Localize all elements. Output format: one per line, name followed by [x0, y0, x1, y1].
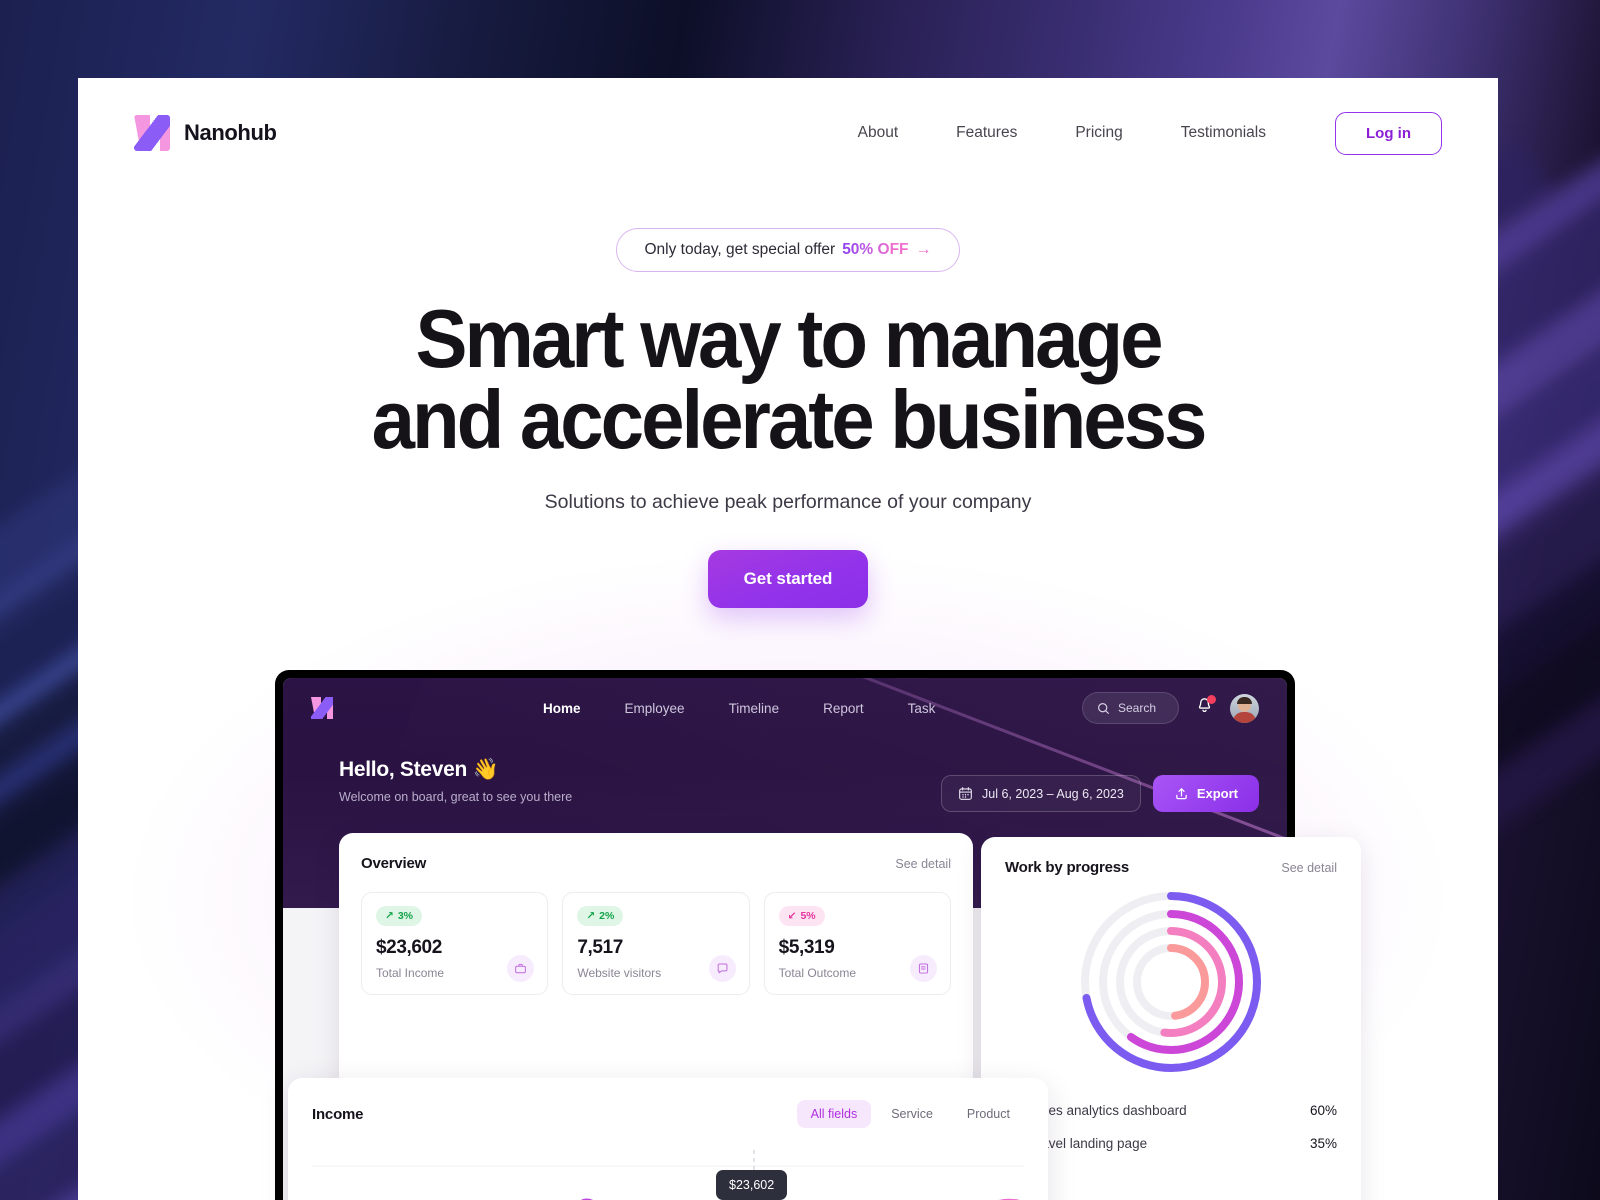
tab-product[interactable]: Product — [953, 1100, 1024, 1128]
search-icon — [1097, 702, 1109, 714]
status-badge: ↗ 2% — [577, 906, 624, 926]
dashboard-tab-timeline[interactable]: Timeline — [707, 701, 802, 716]
calendar-icon — [959, 787, 972, 800]
document-icon — [909, 955, 937, 982]
trend-down-icon: ↙ — [787, 910, 797, 922]
dashboard-tab-task[interactable]: Task — [886, 701, 958, 716]
notifications-button[interactable] — [1195, 695, 1216, 720]
trend-up-icon: ↗ — [385, 910, 394, 922]
dashboard-header-actions: Search — [1081, 692, 1259, 724]
greeting-subtitle: Welcome on board, great to see you there — [339, 790, 573, 804]
chart-gridlines — [312, 1165, 1024, 1167]
dashboard-controls: Jul 6, 2023 – Aug 6, 2023 Export — [941, 775, 1259, 812]
nav-item-pricing[interactable]: Pricing — [1046, 124, 1151, 142]
income-chart-svg — [312, 1150, 1024, 1200]
dashboard-mockup: Home Employee Timeline Report Task Searc… — [275, 670, 1361, 1200]
stat-value: 7,517 — [577, 937, 623, 958]
offer-badge-accent: 50% OFF — [842, 241, 909, 258]
nav-item-features[interactable]: Features — [927, 124, 1046, 142]
stat-value: $23,602 — [376, 937, 442, 958]
arrow-right-icon: → — [915, 241, 932, 258]
hero-subtitle: Solutions to achieve peak performance of… — [544, 490, 1032, 513]
dashboard-greeting: Hello, Steven 👋 Welcome on board, great … — [339, 758, 572, 804]
stat-badge-value: 2% — [599, 910, 615, 922]
tab-service[interactable]: Service — [877, 1100, 947, 1128]
progress-title: Work by progress — [1005, 859, 1130, 876]
progress-donut-chart — [1005, 884, 1337, 1080]
trend-up-icon: ↗ — [586, 910, 596, 922]
stat-value: $5,319 — [778, 937, 835, 958]
nanohub-logo-icon — [134, 115, 170, 151]
overview-title: Overview — [361, 855, 427, 872]
legend-percent: 35% — [1309, 1136, 1337, 1151]
dashboard-menu: Home Employee Timeline Report Task — [521, 701, 957, 716]
hero-title-line-1: Smart way to manage — [415, 292, 1163, 385]
offer-badge[interactable]: Only today, get special offer 50% OFF → — [616, 228, 960, 272]
income-tabs: All fields Service Product — [796, 1100, 1024, 1128]
dashboard-logo-icon — [311, 697, 333, 719]
export-label: Export — [1196, 786, 1238, 801]
stat-card-website-visitors[interactable]: ↗ 2% 7,517 Website visitors — [562, 892, 750, 995]
get-started-button[interactable]: Get started — [707, 549, 869, 608]
progress-see-detail-link[interactable]: See detail — [1281, 861, 1337, 875]
stat-card-total-outcome[interactable]: ↙ 5% $5,319 Total Outcome — [763, 892, 951, 995]
search-placeholder: Search — [1117, 701, 1156, 715]
notification-badge — [1207, 695, 1216, 704]
overview-see-detail-link[interactable]: See detail — [895, 857, 951, 871]
hero-section: Only today, get special offer 50% OFF → … — [78, 228, 1498, 608]
main-nav: About Features Pricing Testimonials Log … — [829, 111, 1442, 155]
avatar[interactable] — [1230, 693, 1259, 723]
stat-badge-value: 3% — [397, 910, 413, 922]
offer-badge-text: Only today, get special offer — [644, 241, 836, 258]
income-title: Income — [312, 1105, 364, 1123]
income-area-chart: $23,602 — [312, 1150, 1024, 1200]
tab-all-fields[interactable]: All fields — [796, 1100, 872, 1128]
nav-item-testimonials[interactable]: Testimonials — [1152, 124, 1295, 142]
brand-logo[interactable]: Nanohub — [134, 115, 277, 151]
status-badge: ↙ 5% — [778, 906, 825, 926]
hero-title-line-2: and accelerate business — [371, 373, 1208, 467]
greeting-title: Hello, Steven 👋 — [339, 758, 499, 781]
list-item: Travel landing page 35% — [1005, 1127, 1337, 1160]
dashboard-tab-employee[interactable]: Employee — [603, 701, 707, 716]
status-badge: ↗ 3% — [376, 906, 422, 926]
income-card: Income All fields Service Product $23,60… — [288, 1078, 1048, 1200]
page-title: Smart way to manage and accelerate busin… — [121, 292, 1456, 467]
export-button[interactable]: Export — [1152, 775, 1259, 812]
stat-badge-value: 5% — [800, 910, 816, 922]
income-card-header: Income All fields Service Product — [312, 1100, 1024, 1128]
page-card: Nanohub About Features Pricing Testimoni… — [78, 78, 1498, 1200]
overview-card-header: Overview See detail — [361, 855, 951, 872]
search-input[interactable]: Search — [1081, 692, 1179, 724]
legend-label: Sales analytics dashboard — [1029, 1103, 1187, 1118]
nav-item-about[interactable]: About — [829, 124, 928, 142]
chart-tooltip: $23,602 — [716, 1170, 788, 1200]
stat-cards-row: ↗ 3% $23,602 Total Income ↗ 2% 7,517 Web… — [361, 892, 951, 995]
upload-icon — [1176, 788, 1187, 800]
site-header: Nanohub About Features Pricing Testimoni… — [78, 78, 1498, 188]
legend-percent: 60% — [1309, 1103, 1337, 1118]
chat-icon — [708, 955, 736, 982]
dashboard-tab-report[interactable]: Report — [801, 701, 886, 716]
date-range-label: Jul 6, 2023 – Aug 6, 2023 — [982, 786, 1124, 801]
list-item: Sales analytics dashboard 60% — [1005, 1094, 1337, 1127]
dashboard-tab-home[interactable]: Home — [521, 701, 603, 716]
progress-card-header: Work by progress See detail — [1005, 859, 1337, 876]
progress-legend: Sales analytics dashboard 60% Travel lan… — [1005, 1094, 1337, 1160]
stat-card-total-income[interactable]: ↗ 3% $23,602 Total Income — [361, 892, 549, 995]
dashboard-nav: Home Employee Timeline Report Task Searc… — [283, 678, 1287, 738]
brand-name: Nanohub — [184, 120, 277, 145]
date-range-picker[interactable]: Jul 6, 2023 – Aug 6, 2023 — [941, 775, 1141, 812]
concentric-rings-chart — [1081, 892, 1261, 1072]
login-button[interactable]: Log in — [1335, 111, 1442, 155]
